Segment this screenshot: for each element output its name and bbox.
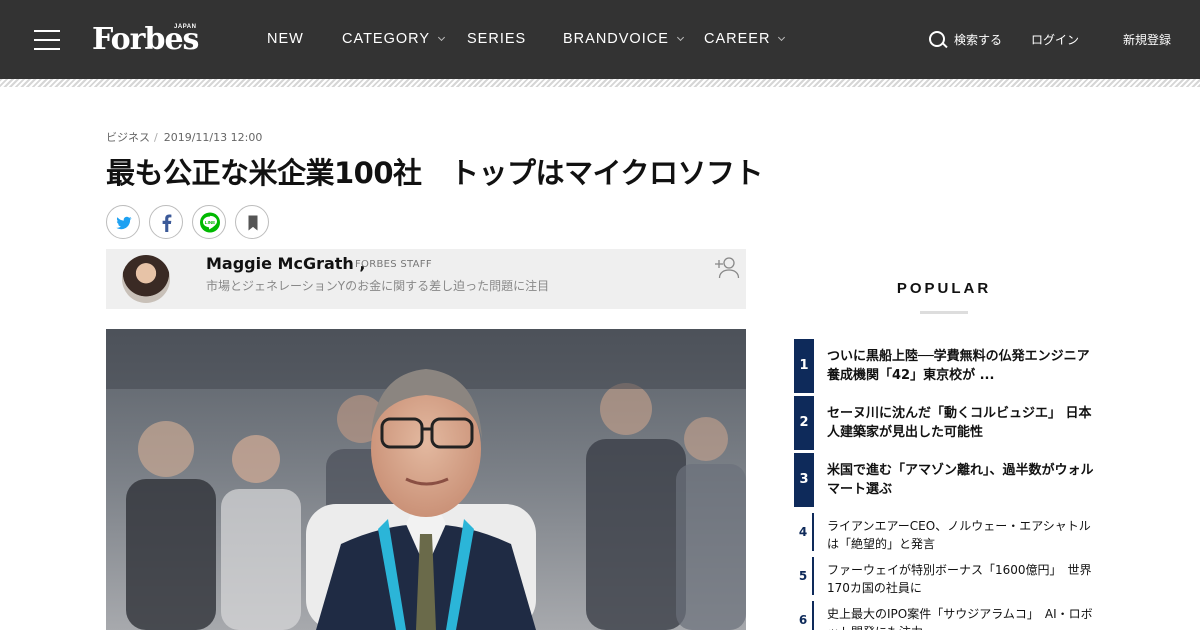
search-icon: [928, 30, 947, 49]
nav-series-label: SERIES: [467, 31, 527, 47]
author-name[interactable]: Maggie McGrath ,: [206, 254, 365, 273]
category-link[interactable]: ビジネス: [106, 131, 150, 144]
search-button[interactable]: 検索する: [928, 29, 1002, 49]
popular-item-title[interactable]: 史上最大のIPO案件「サウジアラムコ」 AI・ロボット開発にも注力: [827, 605, 1097, 630]
nav-new[interactable]: NEW: [267, 29, 304, 49]
popular-item-title[interactable]: ライアンエアーCEO、ノルウェー・エアシャトルは「絶望的」と発言: [827, 517, 1097, 553]
popular-item-title[interactable]: 米国で進む「アマゾン離れ」、過半数がウォルマート選ぶ: [827, 461, 1097, 499]
bookmark-button[interactable]: [235, 205, 269, 239]
popular-item[interactable]: 5 ファーウェイが特別ボーナス「1600億円」 世界170カ国の社員に: [794, 557, 1100, 595]
popular-item[interactable]: 6 史上最大のIPO案件「サウジアラムコ」 AI・ロボット開発にも注力: [794, 601, 1100, 630]
article-datetime: 2019/11/13 12:00: [163, 131, 263, 144]
forbes-japan-logo[interactable]: Forbes JAPAN: [92, 20, 199, 60]
share-twitter-button[interactable]: [106, 205, 140, 239]
breadcrumb-separator: /: [154, 131, 158, 144]
popular-rank: 1: [794, 339, 814, 393]
chevron-down-icon: [676, 33, 684, 42]
popular-item-title[interactable]: ファーウェイが特別ボーナス「1600億円」 世界170カ国の社員に: [827, 561, 1097, 597]
author-avatar[interactable]: [122, 255, 170, 303]
register-link[interactable]: 新規登録: [1123, 31, 1171, 48]
nav-brandvoice-label: BRANDVOICE: [563, 31, 669, 47]
twitter-icon: [116, 216, 132, 230]
nav-series[interactable]: SERIES: [467, 29, 526, 49]
author-box: Maggie McGrath , FORBES STAFF 市場とジェネレーショ…: [106, 249, 746, 309]
breadcrumb: ビジネス / 2019/11/13 12:00: [106, 129, 262, 145]
facebook-icon: [162, 214, 172, 232]
share-facebook-button[interactable]: [149, 205, 183, 239]
author-role: FORBES STAFF: [355, 259, 432, 270]
popular-item[interactable]: 4 ライアンエアーCEO、ノルウェー・エアシャトルは「絶望的」と発言: [794, 513, 1100, 551]
popular-heading-underline: [920, 311, 968, 314]
site-header: Forbes JAPAN NEW CATEGORY SERIES BRANDVO…: [0, 0, 1200, 79]
nav-brandvoice[interactable]: BRANDVOICE: [563, 29, 684, 49]
popular-item-title[interactable]: ついに黒船上陸──学費無料の仏発エンジニア養成機関「42」東京校が ...: [827, 347, 1097, 385]
share-line-button[interactable]: LINE: [192, 205, 226, 239]
popular-rank: 2: [794, 396, 814, 450]
svg-text:LINE: LINE: [205, 220, 215, 225]
popular-item-title[interactable]: セーヌ川に沈んだ「動くコルビュジエ」 日本人建築家が見出した可能性: [827, 404, 1097, 442]
popular-item[interactable]: 1 ついに黒船上陸──学費無料の仏発エンジニア養成機関「42」東京校が ...: [794, 339, 1100, 393]
logo-subtitle: JAPAN: [174, 24, 197, 30]
chevron-down-icon: [438, 33, 446, 42]
login-link[interactable]: ログイン: [1031, 31, 1079, 48]
popular-item[interactable]: 3 米国で進む「アマゾン離れ」、過半数がウォルマート選ぶ: [794, 453, 1100, 507]
author-description: 市場とジェネレーションYのお金に関する差し迫った問題に注目: [206, 279, 550, 293]
nav-career[interactable]: CAREER: [704, 29, 786, 49]
search-label: 検索する: [954, 32, 1003, 47]
nav-new-label: NEW: [267, 31, 304, 47]
nav-career-label: CAREER: [704, 31, 771, 47]
article-title: 最も公正な米企業100社 トップはマイクロソフト: [106, 156, 763, 190]
popular-heading: POPULAR: [896, 280, 992, 297]
hamburger-menu-icon[interactable]: [34, 30, 60, 50]
nav-category-label: CATEGORY: [342, 31, 431, 47]
hero-photo-illustration: [106, 329, 746, 630]
nav-category[interactable]: CATEGORY: [342, 29, 446, 49]
article-hero-image: [106, 329, 746, 630]
chevron-down-icon: [778, 33, 786, 42]
bookmark-icon: [248, 215, 258, 231]
popular-item[interactable]: 2 セーヌ川に沈んだ「動くコルビュジエ」 日本人建築家が見出した可能性: [794, 396, 1100, 450]
popular-rank: 4: [794, 513, 814, 551]
header-stripe-divider: [0, 79, 1200, 87]
follow-author-icon[interactable]: [714, 255, 740, 279]
line-icon: LINE: [200, 212, 220, 233]
popular-rank: 6: [794, 601, 814, 630]
popular-rank: 3: [794, 453, 814, 507]
popular-rank: 5: [794, 557, 814, 595]
